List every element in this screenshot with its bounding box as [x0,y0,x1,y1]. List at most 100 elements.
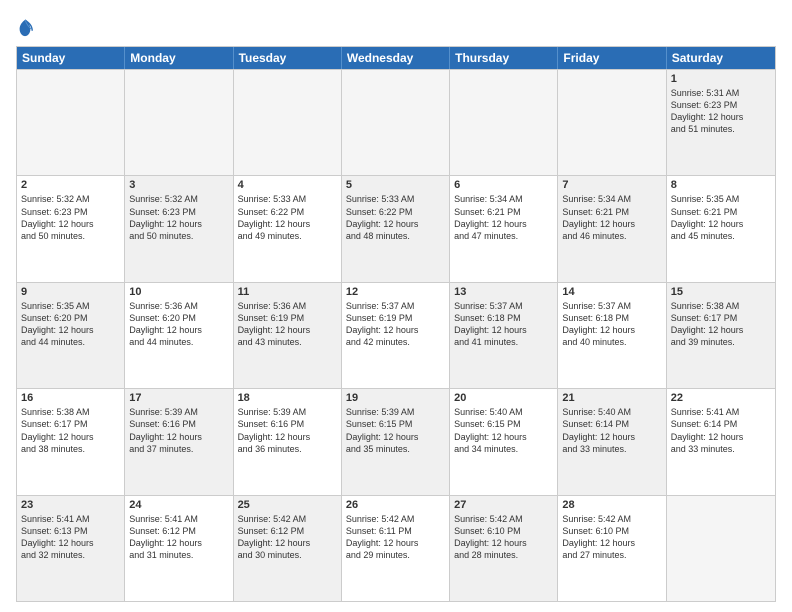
day-number: 17 [129,392,228,404]
day-cell-25: 25 Sunrise: 5:42 AM Sunset: 6:12 PM Dayli… [234,496,342,601]
day-cell-empty [234,70,342,175]
day-cell-empty [17,70,125,175]
day-cell-10: 10 Sunrise: 5:36 AM Sunset: 6:20 PM Dayli… [125,283,233,388]
weekday-header-saturday: Saturday [667,47,775,69]
day-cell-4: 4 Sunrise: 5:33 AM Sunset: 6:22 PM Daylig… [234,176,342,281]
day-number: 3 [129,179,228,191]
day-cell-15: 15 Sunrise: 5:38 AM Sunset: 6:17 PM Dayli… [667,283,775,388]
calendar-row-4: 23 Sunrise: 5:41 AM Sunset: 6:13 PM Dayli… [17,495,775,601]
day-number: 24 [129,499,228,511]
day-info: Sunrise: 5:39 AM Sunset: 6:15 PM Dayligh… [346,406,445,455]
day-info: Sunrise: 5:33 AM Sunset: 6:22 PM Dayligh… [238,193,337,242]
day-number: 10 [129,286,228,298]
day-cell-21: 21 Sunrise: 5:40 AM Sunset: 6:14 PM Dayli… [558,389,666,494]
day-cell-24: 24 Sunrise: 5:41 AM Sunset: 6:12 PM Dayli… [125,496,233,601]
day-info: Sunrise: 5:34 AM Sunset: 6:21 PM Dayligh… [562,193,661,242]
day-cell-5: 5 Sunrise: 5:33 AM Sunset: 6:22 PM Daylig… [342,176,450,281]
day-info: Sunrise: 5:36 AM Sunset: 6:19 PM Dayligh… [238,300,337,349]
day-number: 23 [21,499,120,511]
day-number: 12 [346,286,445,298]
day-info: Sunrise: 5:35 AM Sunset: 6:21 PM Dayligh… [671,193,771,242]
day-cell-empty [342,70,450,175]
day-number: 9 [21,286,120,298]
day-cell-13: 13 Sunrise: 5:37 AM Sunset: 6:18 PM Dayli… [450,283,558,388]
day-number: 21 [562,392,661,404]
calendar-row-0: 1 Sunrise: 5:31 AM Sunset: 6:23 PM Daylig… [17,69,775,175]
day-number: 11 [238,286,337,298]
page: SundayMondayTuesdayWednesdayThursdayFrid… [0,0,792,612]
day-number: 20 [454,392,553,404]
day-cell-18: 18 Sunrise: 5:39 AM Sunset: 6:16 PM Dayli… [234,389,342,494]
weekday-header-tuesday: Tuesday [234,47,342,69]
day-number: 8 [671,179,771,191]
day-info: Sunrise: 5:41 AM Sunset: 6:12 PM Dayligh… [129,513,228,562]
day-info: Sunrise: 5:42 AM Sunset: 6:10 PM Dayligh… [454,513,553,562]
day-info: Sunrise: 5:37 AM Sunset: 6:18 PM Dayligh… [562,300,661,349]
logo-icon [16,18,34,38]
day-number: 25 [238,499,337,511]
weekday-header-sunday: Sunday [17,47,125,69]
day-info: Sunrise: 5:32 AM Sunset: 6:23 PM Dayligh… [21,193,120,242]
day-cell-28: 28Sunrise: 5:42 AM Sunset: 6:10 PM Dayli… [558,496,666,601]
day-cell-11: 11 Sunrise: 5:36 AM Sunset: 6:19 PM Dayli… [234,283,342,388]
day-cell-6: 6 Sunrise: 5:34 AM Sunset: 6:21 PM Daylig… [450,176,558,281]
day-cell-26: 26 Sunrise: 5:42 AM Sunset: 6:11 PM Dayli… [342,496,450,601]
calendar-row-3: 16Sunrise: 5:38 AM Sunset: 6:17 PM Dayli… [17,388,775,494]
calendar-body: 1 Sunrise: 5:31 AM Sunset: 6:23 PM Daylig… [17,69,775,601]
calendar: SundayMondayTuesdayWednesdayThursdayFrid… [16,46,776,602]
day-cell-27: 27 Sunrise: 5:42 AM Sunset: 6:10 PM Dayli… [450,496,558,601]
day-number: 15 [671,286,771,298]
day-cell-8: 8 Sunrise: 5:35 AM Sunset: 6:21 PM Daylig… [667,176,775,281]
calendar-row-2: 9 Sunrise: 5:35 AM Sunset: 6:20 PM Daylig… [17,282,775,388]
day-info: Sunrise: 5:37 AM Sunset: 6:19 PM Dayligh… [346,300,445,349]
day-info: Sunrise: 5:40 AM Sunset: 6:14 PM Dayligh… [562,406,661,455]
day-info: Sunrise: 5:38 AM Sunset: 6:17 PM Dayligh… [671,300,771,349]
day-info: Sunrise: 5:31 AM Sunset: 6:23 PM Dayligh… [671,87,771,136]
day-number: 28 [562,499,661,511]
day-number: 1 [671,73,771,85]
day-number: 13 [454,286,553,298]
day-info: Sunrise: 5:38 AM Sunset: 6:17 PM Dayligh… [21,406,120,455]
day-info: Sunrise: 5:41 AM Sunset: 6:14 PM Dayligh… [671,406,771,455]
day-info: Sunrise: 5:33 AM Sunset: 6:22 PM Dayligh… [346,193,445,242]
calendar-header: SundayMondayTuesdayWednesdayThursdayFrid… [17,47,775,69]
day-number: 26 [346,499,445,511]
day-cell-23: 23 Sunrise: 5:41 AM Sunset: 6:13 PM Dayli… [17,496,125,601]
day-number: 4 [238,179,337,191]
weekday-header-friday: Friday [558,47,666,69]
day-cell-14: 14 Sunrise: 5:37 AM Sunset: 6:18 PM Dayli… [558,283,666,388]
day-info: Sunrise: 5:40 AM Sunset: 6:15 PM Dayligh… [454,406,553,455]
day-info: Sunrise: 5:34 AM Sunset: 6:21 PM Dayligh… [454,193,553,242]
day-cell-22: 22 Sunrise: 5:41 AM Sunset: 6:14 PM Dayli… [667,389,775,494]
day-info: Sunrise: 5:36 AM Sunset: 6:20 PM Dayligh… [129,300,228,349]
day-cell-empty [558,70,666,175]
day-number: 5 [346,179,445,191]
day-info: Sunrise: 5:32 AM Sunset: 6:23 PM Dayligh… [129,193,228,242]
day-number: 19 [346,392,445,404]
day-cell-empty [667,496,775,601]
day-number: 27 [454,499,553,511]
header [16,16,776,38]
day-number: 6 [454,179,553,191]
day-cell-empty [125,70,233,175]
day-number: 14 [562,286,661,298]
day-cell-12: 12 Sunrise: 5:37 AM Sunset: 6:19 PM Dayli… [342,283,450,388]
day-info: Sunrise: 5:39 AM Sunset: 6:16 PM Dayligh… [238,406,337,455]
day-info: Sunrise: 5:42 AM Sunset: 6:12 PM Dayligh… [238,513,337,562]
logo [16,16,36,38]
weekday-header-monday: Monday [125,47,233,69]
day-number: 18 [238,392,337,404]
day-info: Sunrise: 5:35 AM Sunset: 6:20 PM Dayligh… [21,300,120,349]
day-cell-19: 19 Sunrise: 5:39 AM Sunset: 6:15 PM Dayli… [342,389,450,494]
day-cell-7: 7Sunrise: 5:34 AM Sunset: 6:21 PM Daylig… [558,176,666,281]
day-cell-empty [450,70,558,175]
day-cell-1: 1 Sunrise: 5:31 AM Sunset: 6:23 PM Daylig… [667,70,775,175]
day-cell-9: 9 Sunrise: 5:35 AM Sunset: 6:20 PM Daylig… [17,283,125,388]
day-cell-20: 20 Sunrise: 5:40 AM Sunset: 6:15 PM Dayli… [450,389,558,494]
day-info: Sunrise: 5:41 AM Sunset: 6:13 PM Dayligh… [21,513,120,562]
day-info: Sunrise: 5:42 AM Sunset: 6:11 PM Dayligh… [346,513,445,562]
day-info: Sunrise: 5:39 AM Sunset: 6:16 PM Dayligh… [129,406,228,455]
day-info: Sunrise: 5:37 AM Sunset: 6:18 PM Dayligh… [454,300,553,349]
day-cell-2: 2Sunrise: 5:32 AM Sunset: 6:23 PM Daylig… [17,176,125,281]
day-number: 22 [671,392,771,404]
